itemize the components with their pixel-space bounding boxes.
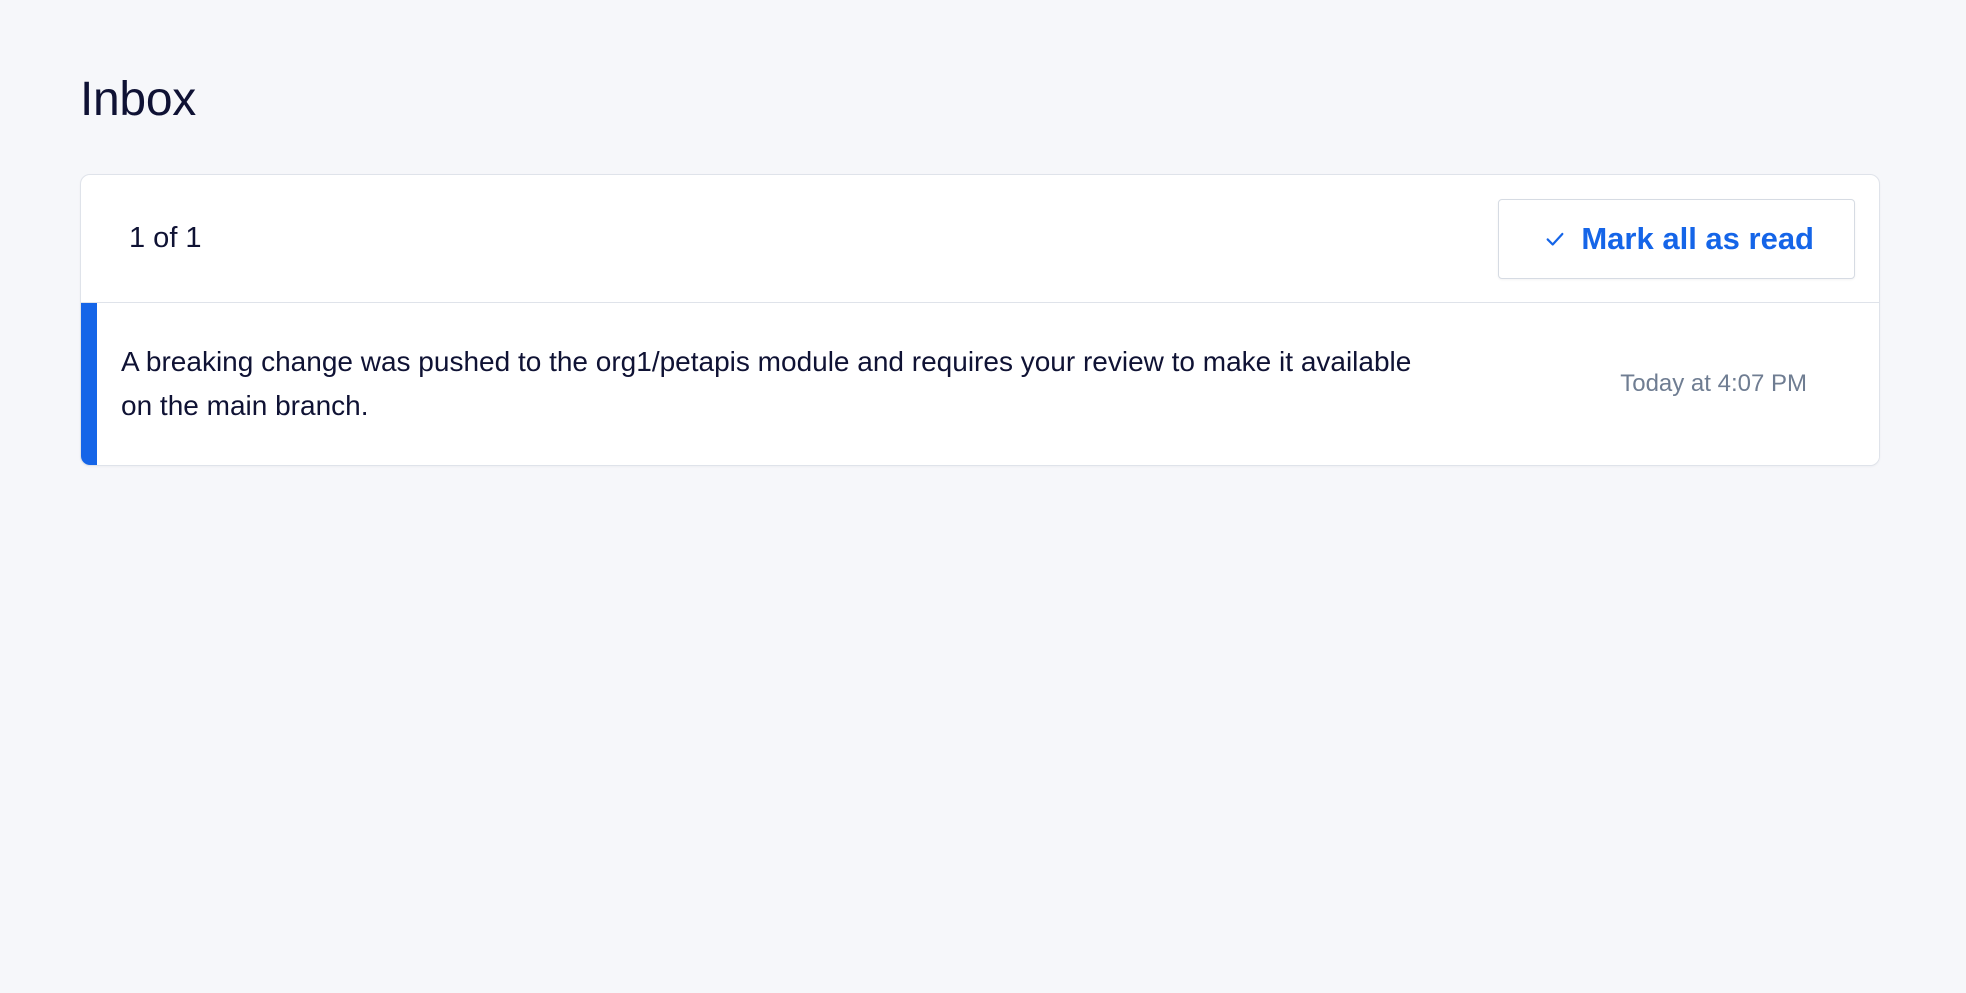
mark-all-as-read-label: Mark all as read	[1581, 220, 1814, 256]
unread-indicator	[81, 303, 97, 465]
notification-time: Today at 4:07 PM	[1620, 370, 1807, 397]
inbox-header: 1 of 1 Mark all as read	[81, 175, 1879, 303]
notification-item[interactable]: A breaking change was pushed to the org1…	[81, 303, 1879, 465]
inbox-card: 1 of 1 Mark all as read A breaking chang…	[80, 174, 1880, 466]
inbox-page: Inbox 1 of 1 Mark all as read A breaking…	[0, 0, 1966, 993]
mark-all-as-read-button[interactable]: Mark all as read	[1498, 198, 1855, 279]
notification-count: 1 of 1	[129, 222, 202, 254]
page-title: Inbox	[80, 73, 196, 126]
check-icon	[1543, 227, 1567, 251]
notification-message: A breaking change was pushed to the org1…	[121, 346, 1412, 421]
